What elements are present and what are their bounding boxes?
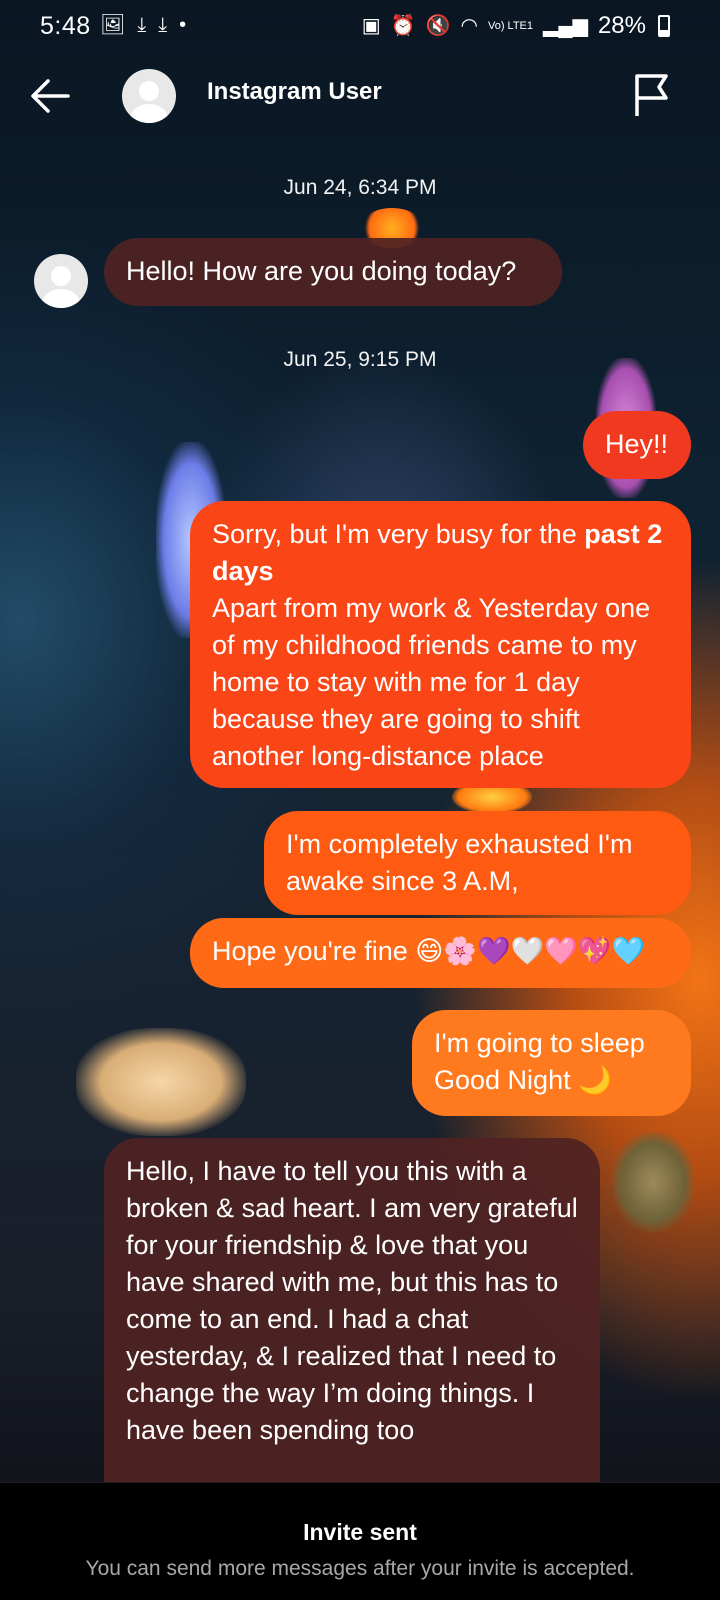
message-text: I'm going to sleep [434,1028,645,1058]
image-icon: 🖼 [100,14,126,36]
battery-icon [658,15,670,37]
message-text: Good Night 🌙 [434,1065,612,1095]
message-text: Hope you're fine 😄🌸💜🤍🩷💖🩵 [212,936,646,966]
flag-icon [635,74,668,116]
message-text: Hello, I have to tell you this with a br… [126,1156,578,1445]
download-icon: ⤓ [137,14,147,36]
avatar[interactable] [122,69,176,123]
dot-icon: • [179,14,187,36]
battery-percent: 28% [597,12,646,39]
status-time: 5:48 [40,12,91,40]
sent-message[interactable]: I'm going to sleep Good Night 🌙 [412,1010,691,1116]
message-text: Sorry, but I'm very busy for the [212,519,585,549]
sent-message[interactable]: I'm completely exhausted I'm awake since… [264,811,691,915]
invite-status-title: Invite sent [303,1519,417,1545]
received-message[interactable]: Hello, I have to tell you this with a br… [104,1138,600,1498]
network-label: Vo) LTE1 [487,20,534,32]
battery-saver-icon: ▣ [361,15,381,37]
status-notification-icons: 🖼 ⤓ ⤓ • [100,12,186,38]
download-icon: ⤓ [158,14,168,36]
wifi-icon: ◠ [460,15,478,37]
message-text: Hello! How are you doing today? [126,256,517,286]
arrow-left-icon [31,79,70,113]
status-system-icons: ▣ ⏰ 🔇 ◠ Vo) LTE1 ▂▄▆ 28% [362,12,670,40]
message-text: Hey!! [605,429,669,459]
message-timestamp: Jun 25, 9:15 PM [283,348,437,371]
received-message[interactable]: Hello! How are you doing today? [104,238,562,306]
back-button[interactable] [28,76,76,120]
earth-character-sticker [612,1132,694,1232]
signal-icon: ▂▄▆ [543,15,588,37]
contact-name[interactable]: Instagram User [207,78,382,106]
chat-header: Instagram User [0,52,720,142]
cloud-character-sticker [76,1028,246,1136]
message-timestamp: Jun 24, 6:34 PM [283,176,437,199]
report-button[interactable] [632,72,672,118]
message-text: Apart from my work & Yesterday one of my… [212,593,651,771]
sent-message[interactable]: Hey!! [583,411,691,479]
invite-status-footer: Invite sent You can send more messages a… [0,1482,720,1600]
sender-avatar[interactable] [34,254,88,308]
message-text: I'm completely exhausted I'm awake since… [286,829,633,896]
mute-icon: 🔇 [425,15,451,37]
status-bar: 5:48 🖼 ⤓ ⤓ • ▣ ⏰ 🔇 ◠ Vo) LTE1 ▂▄▆ 28% [0,0,720,52]
sent-message[interactable]: Hope you're fine 😄🌸💜🤍🩷💖🩵 [190,918,691,988]
invite-status-subtitle: You can send more messages after your in… [85,1557,635,1580]
sent-message[interactable]: Sorry, but I'm very busy for the past 2 … [190,501,691,788]
alarm-icon: ⏰ [390,15,416,37]
